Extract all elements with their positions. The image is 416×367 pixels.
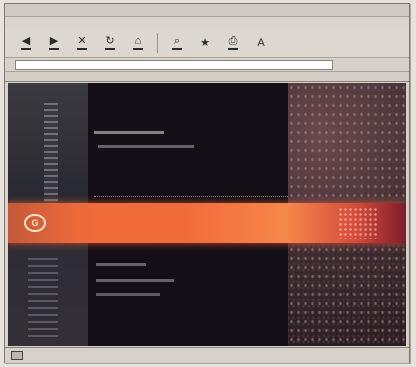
back-icon: ◀ <box>21 34 31 47</box>
toolbar-separator <box>157 32 158 53</box>
back-button[interactable]: ◀ <box>17 32 35 54</box>
heading-line <box>94 131 164 134</box>
divider <box>94 196 294 197</box>
font-button[interactable]: A <box>252 32 270 54</box>
forward-button[interactable]: ▶ <box>45 32 63 54</box>
search-icon: ⌕ <box>173 34 181 47</box>
print-icon: ⎙ <box>228 34 238 47</box>
refresh-icon: ↻ <box>105 34 115 47</box>
logo-icon: G <box>24 214 46 232</box>
font-icon: A <box>257 36 265 49</box>
banner[interactable]: G <box>8 203 406 243</box>
text-line <box>96 293 160 296</box>
banner-pattern <box>338 207 378 239</box>
stop-button[interactable]: ✕ <box>73 32 91 54</box>
home-button[interactable]: ⌂ <box>129 32 147 54</box>
address-input[interactable] <box>15 59 333 70</box>
browser-window: ◀ ▶ ✕ ↻ ⌂ ⌕ ★ ⎙ A G <box>4 3 410 363</box>
refresh-button[interactable]: ↻ <box>101 32 119 54</box>
page-icon <box>11 351 23 360</box>
left-nav-strip-lower <box>28 258 58 338</box>
window-title <box>5 4 409 17</box>
search-button[interactable]: ⌕ <box>168 32 186 54</box>
favorites-icon: ★ <box>200 36 210 49</box>
left-nav-strip <box>44 103 58 203</box>
address-row <box>5 58 409 72</box>
text-line <box>96 279 174 282</box>
print-button[interactable]: ⎙ <box>224 32 242 54</box>
forward-icon: ▶ <box>49 34 59 47</box>
links-bar[interactable] <box>5 72 409 82</box>
web-page: G <box>8 83 406 346</box>
status-bar <box>5 347 409 363</box>
subheading-line <box>98 145 194 148</box>
toolbar: ◀ ▶ ✕ ↻ ⌂ ⌕ ★ ⎙ A <box>5 28 409 58</box>
favorites-button[interactable]: ★ <box>196 32 214 54</box>
menu-bar <box>5 17 409 28</box>
stop-icon: ✕ <box>77 34 87 47</box>
home-icon: ⌂ <box>134 34 142 47</box>
text-line <box>96 263 146 266</box>
